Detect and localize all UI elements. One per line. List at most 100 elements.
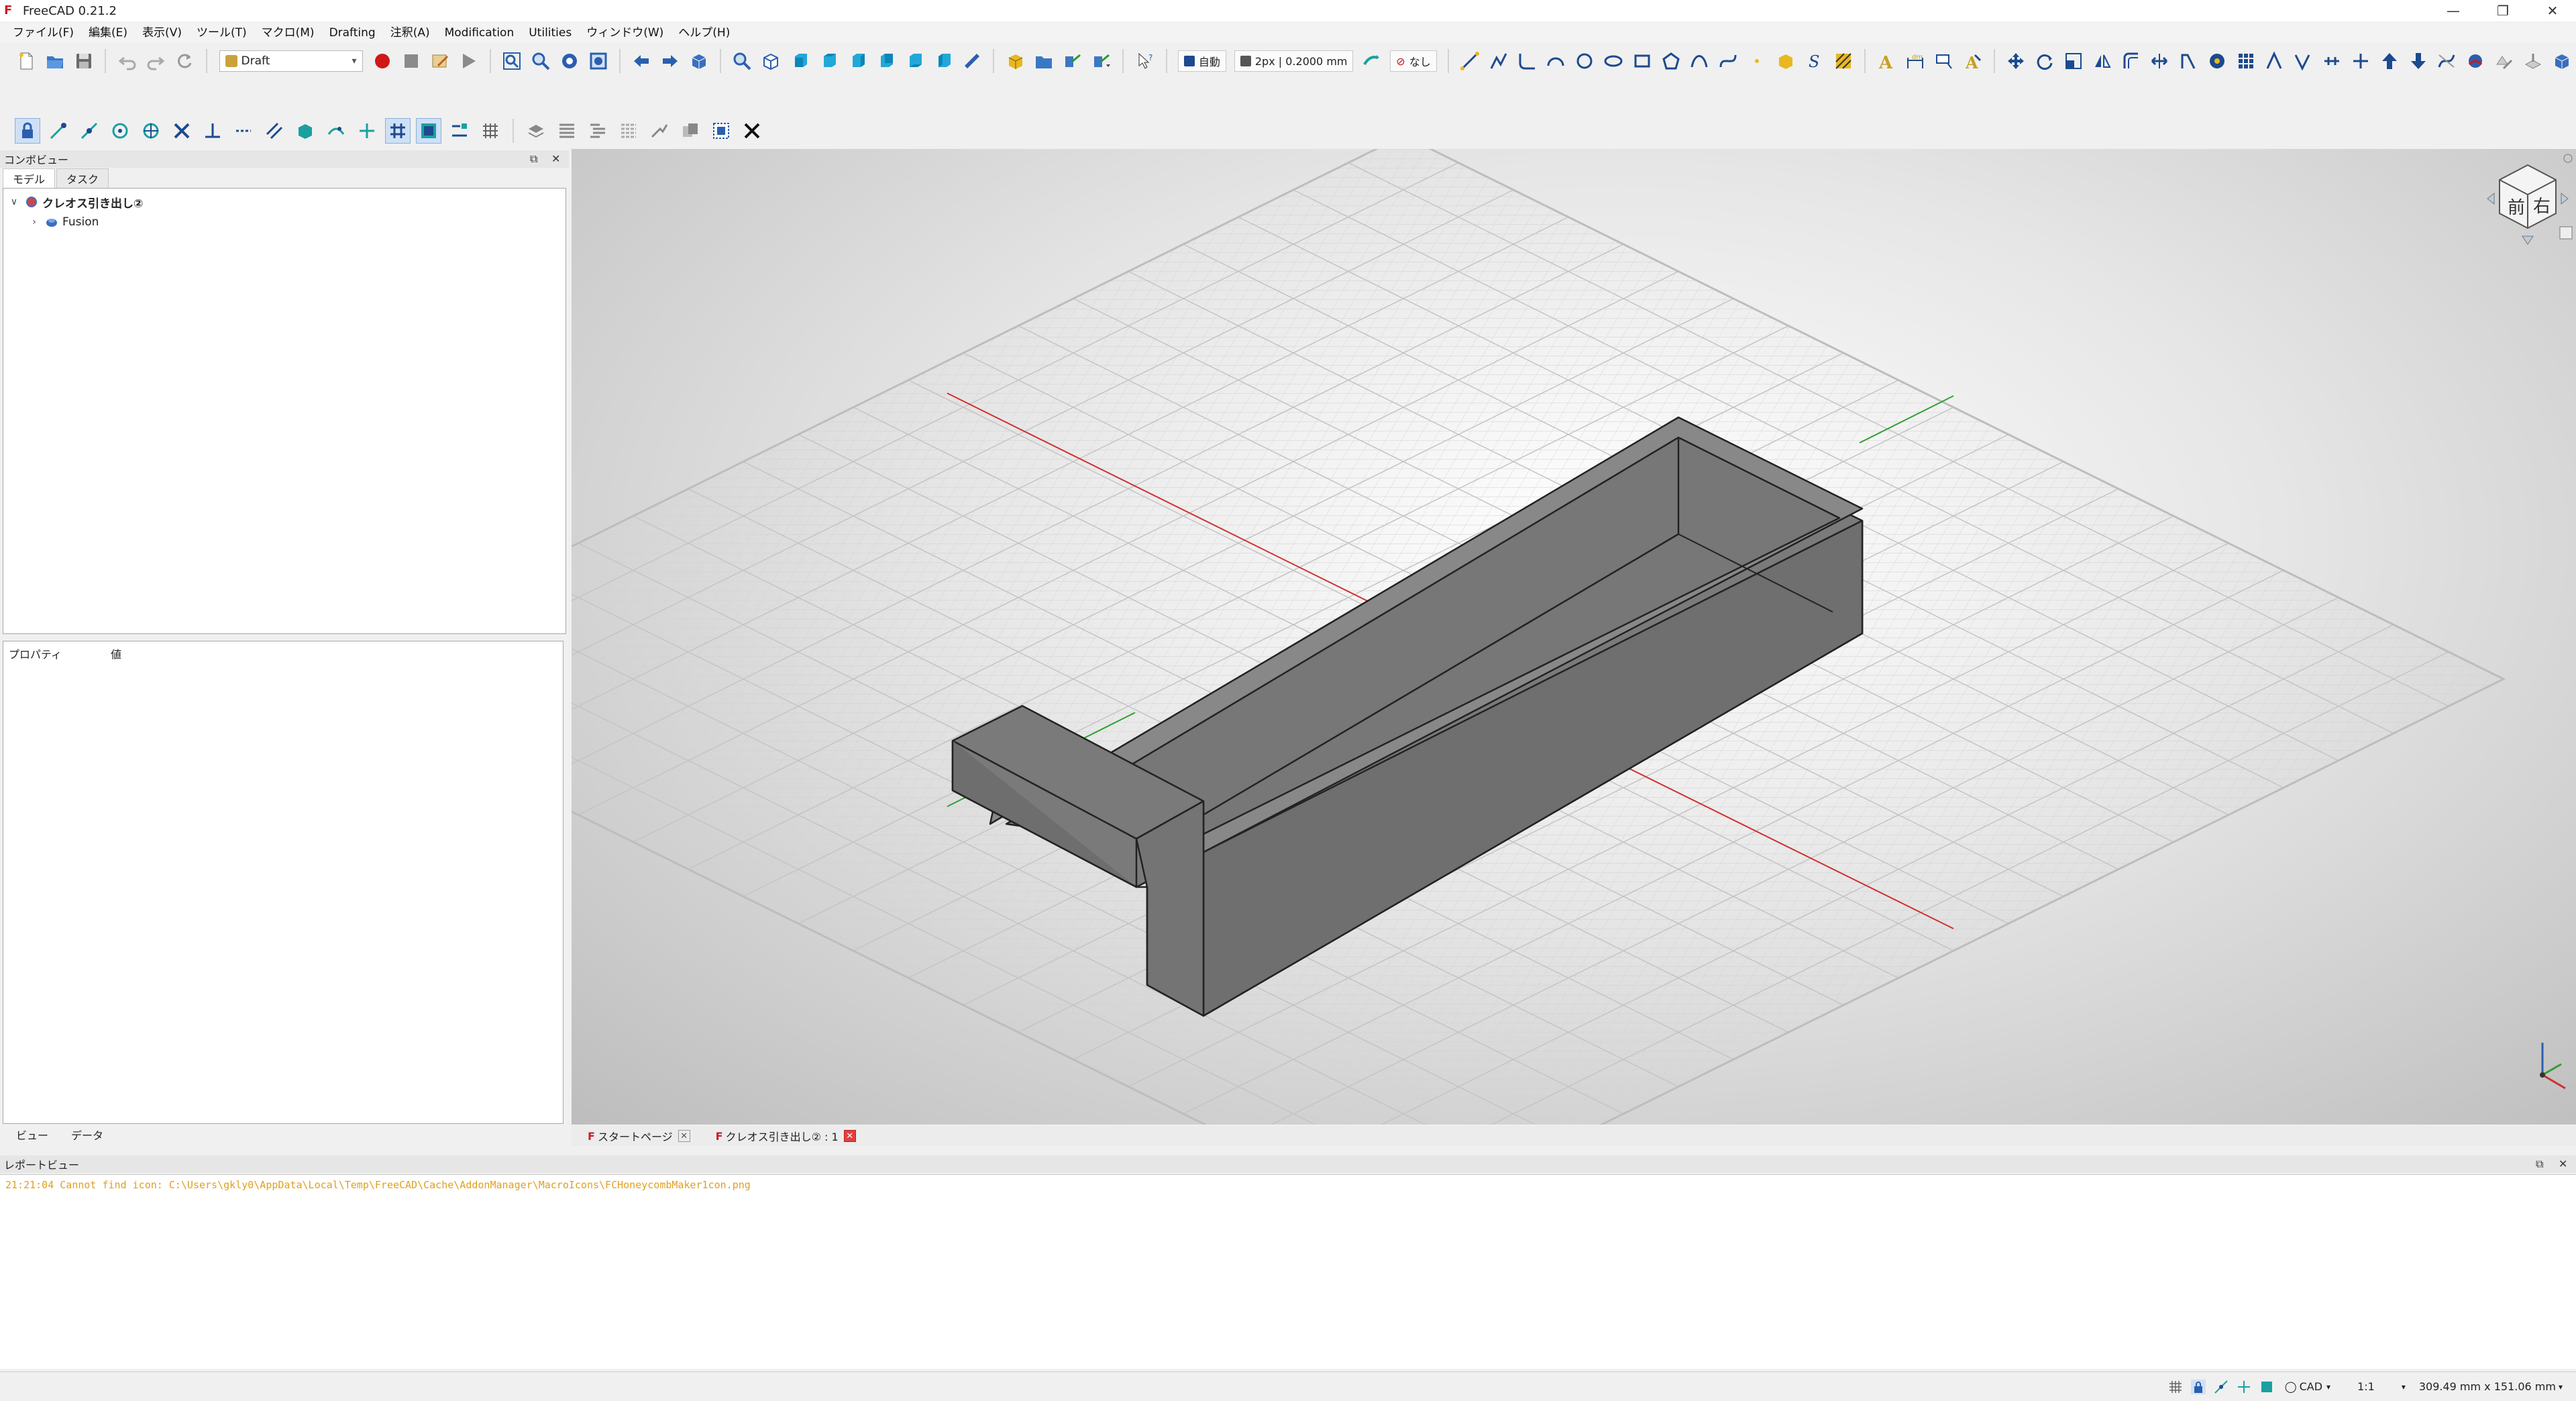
- menu-window[interactable]: ウィンドウ(W): [579, 23, 671, 43]
- navigation-cube[interactable]: 前 右: [2481, 152, 2575, 246]
- tray-7-button[interactable]: [708, 118, 734, 144]
- macro-record-button[interactable]: [371, 48, 394, 74]
- grid-toggle-icon[interactable]: [2168, 1380, 2183, 1394]
- draft-rectangle-button[interactable]: [1630, 48, 1654, 74]
- draft-line-button[interactable]: [1458, 48, 1482, 74]
- draft-rotate-button[interactable]: [2033, 48, 2057, 74]
- menu-utilities[interactable]: Utilities: [521, 23, 579, 43]
- view-isometric-button[interactable]: [759, 48, 783, 74]
- working-plane-button[interactable]: 自動: [1177, 50, 1226, 72]
- snap-grid-button[interactable]: [385, 118, 411, 144]
- view-right-button[interactable]: [845, 48, 869, 74]
- tray-3-button[interactable]: [585, 118, 610, 144]
- snap-midpoint-button[interactable]: [76, 118, 102, 144]
- snap-lock-icon[interactable]: [2190, 1379, 2206, 1394]
- draft-array-button[interactable]: [2234, 48, 2257, 74]
- nav-arrow-right-icon[interactable]: [2561, 192, 2569, 205]
- macro-edit-button[interactable]: [428, 48, 451, 74]
- nav-menu-icon[interactable]: [2563, 154, 2573, 163]
- tree-item-fusion[interactable]: › Fusion: [28, 213, 99, 231]
- nav-cube-right-label[interactable]: 右: [2533, 197, 2551, 217]
- menu-view[interactable]: 表示(V): [135, 23, 189, 43]
- close-panel-icon[interactable]: ✕: [2559, 1157, 2567, 1170]
- report-view-log[interactable]: 21:21:04 Cannot find icon: C:\Users\gkly…: [0, 1174, 2576, 1369]
- snap-perpendicular-button[interactable]: [200, 118, 225, 144]
- draft-shapestring-button[interactable]: S: [1803, 48, 1826, 74]
- snap-near-button[interactable]: [323, 118, 349, 144]
- snap-center-button[interactable]: [107, 118, 133, 144]
- draft-extend-button[interactable]: [2206, 48, 2229, 74]
- draft-offset-button[interactable]: [2119, 48, 2143, 74]
- draft-text-button[interactable]: A: [1875, 48, 1898, 74]
- draft-split-button[interactable]: [2349, 48, 2373, 74]
- close-tab-icon[interactable]: ✕: [678, 1130, 690, 1142]
- tray-4-button[interactable]: [616, 118, 641, 144]
- create-part-button[interactable]: [1004, 48, 1027, 74]
- snap-options-icon[interactable]: [2214, 1380, 2229, 1394]
- close-tab-icon[interactable]: ✕: [843, 1130, 856, 1142]
- layer-none-button[interactable]: ⊘ なし: [1390, 50, 1437, 72]
- workingplane-status-icon[interactable]: [2259, 1380, 2274, 1394]
- forward-button[interactable]: [659, 48, 682, 74]
- tab-model[interactable]: モデル: [3, 168, 56, 188]
- link-actions-button[interactable]: [1090, 48, 1114, 74]
- draft-polygon-button[interactable]: [1659, 48, 1682, 74]
- draft-workingplane-proxy-button[interactable]: [2521, 48, 2544, 74]
- draft-label-button[interactable]: [1932, 48, 1955, 74]
- snap-extension-button[interactable]: [231, 118, 256, 144]
- annotation-styles-button[interactable]: A: [1961, 48, 1984, 74]
- minimize-button[interactable]: —: [2430, 0, 2477, 21]
- menu-file[interactable]: ファイル(F): [5, 23, 81, 43]
- view-bottom-button[interactable]: [903, 48, 926, 74]
- draft-upgrade-button[interactable]: [2263, 48, 2286, 74]
- float-panel-icon[interactable]: ⧉: [2536, 1157, 2543, 1171]
- snap-center-icon[interactable]: [2237, 1380, 2251, 1394]
- draft-arc-button[interactable]: [1544, 48, 1568, 74]
- save-button[interactable]: [72, 48, 96, 74]
- workbench-selector[interactable]: Draft ▾: [219, 50, 363, 72]
- draft-circle-button[interactable]: [1573, 48, 1597, 74]
- bounding-box-button[interactable]: [586, 48, 610, 74]
- menu-edit[interactable]: 編集(E): [81, 23, 135, 43]
- draw-style-button[interactable]: [557, 48, 581, 74]
- draft-bezier-button[interactable]: [1717, 48, 1740, 74]
- tree-item-document[interactable]: ∨ クレオス引き出し②: [7, 193, 143, 211]
- tab-start-page[interactable]: F スタートページ ✕: [584, 1127, 694, 1145]
- zoom-button[interactable]: [731, 48, 754, 74]
- menu-modification[interactable]: Modification: [437, 23, 522, 43]
- nav-arrow-down-icon[interactable]: [2522, 236, 2534, 245]
- tray-2-button[interactable]: [554, 118, 580, 144]
- draft-up-button[interactable]: [2377, 48, 2401, 74]
- undo-button[interactable]: [115, 48, 139, 74]
- 3d-viewport[interactable]: 前 右: [572, 149, 2576, 1125]
- draft-move-button[interactable]: [2004, 48, 2028, 74]
- draft-ellipse-button[interactable]: [1602, 48, 1625, 74]
- tray-6-button[interactable]: [678, 118, 703, 144]
- menu-tools[interactable]: ツール(T): [189, 23, 254, 43]
- draft-scale-button[interactable]: [2061, 48, 2085, 74]
- draft-wire-button[interactable]: [1487, 48, 1510, 74]
- refresh-button[interactable]: [173, 48, 197, 74]
- view-top-button[interactable]: [816, 48, 840, 74]
- fit-selection-button[interactable]: [529, 48, 552, 74]
- restore-button[interactable]: ❐: [2479, 0, 2526, 21]
- view-front-button[interactable]: [788, 48, 812, 74]
- view-rear-button[interactable]: [874, 48, 898, 74]
- redo-button[interactable]: [144, 48, 168, 74]
- scale-selector[interactable]: 1:1 ▾: [2357, 1380, 2406, 1393]
- draft-shape2dview-button[interactable]: [2464, 48, 2487, 74]
- snap-workingplane-button[interactable]: [416, 118, 441, 144]
- snap-lock-button[interactable]: [15, 118, 40, 144]
- float-panel-icon[interactable]: ⧉: [530, 152, 537, 166]
- macro-stop-button[interactable]: [399, 48, 423, 74]
- snap-parallel-button[interactable]: [262, 118, 287, 144]
- back-button[interactable]: [630, 48, 653, 74]
- finish-button[interactable]: [739, 118, 765, 144]
- close-panel-icon[interactable]: ✕: [551, 152, 560, 165]
- snap-dimensions-button[interactable]: [447, 118, 472, 144]
- nav-cube-front-label[interactable]: 前: [2508, 198, 2525, 218]
- tray-1-button[interactable]: [523, 118, 549, 144]
- snap-special-button[interactable]: [292, 118, 318, 144]
- draft-facebinder-button[interactable]: [1774, 48, 1797, 74]
- draft-draft2sketch-button[interactable]: [2493, 48, 2516, 74]
